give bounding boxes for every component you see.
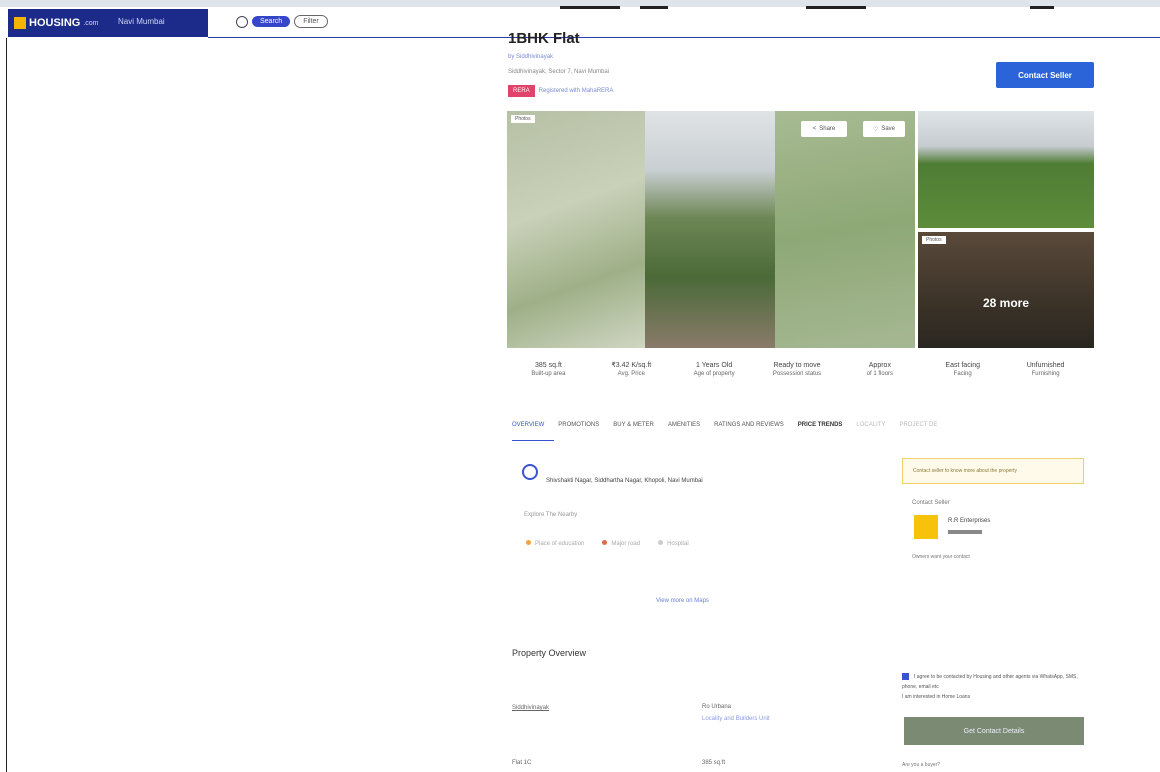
- site-logo[interactable]: HOUSING .com: [14, 15, 99, 31]
- home-loan-option[interactable]: I am interested in Home Loans: [902, 694, 970, 700]
- photo-tag: Photos: [922, 236, 946, 244]
- nearby-item[interactable]: Major road: [602, 540, 640, 547]
- section-tabs: OVERVIEW PROMOTIONS BUY & METER AMENITIE…: [512, 422, 937, 428]
- stat-item: ₹3.42 K/sq.ft Avg. Price: [611, 362, 652, 377]
- share-label: Share: [819, 126, 836, 132]
- photo-tag: Photos: [511, 115, 535, 123]
- stat-item: Ready to move Possession status: [772, 362, 822, 377]
- share-button[interactable]: < Share: [801, 121, 847, 137]
- explore-nearby-label: Explore The Nearby: [524, 512, 578, 518]
- seller-avatar: [914, 515, 938, 539]
- overview-unit: Flat 1C: [512, 760, 532, 766]
- logo-suffix: .com: [83, 19, 99, 27]
- nearby-list: Place of education Major road Hospital: [526, 540, 689, 547]
- get-contact-details-button[interactable]: Get Contact Details: [904, 717, 1084, 745]
- header-search: Search Filter: [236, 15, 328, 28]
- rera-badge: RERA: [508, 85, 535, 97]
- tab-amenities[interactable]: AMENITIES: [668, 422, 700, 428]
- overview-locality: Ro Urbana: [702, 704, 732, 710]
- seller-detail: [948, 530, 982, 534]
- stat-item: Unfurnished Furnishing: [1026, 362, 1065, 377]
- stat-item: 1 Years Old Age of property: [693, 362, 735, 377]
- gallery-photo[interactable]: [645, 111, 775, 348]
- contact-seller-button[interactable]: Contact Seller: [996, 62, 1094, 88]
- more-photos-label: 28 more: [982, 296, 1030, 310]
- share-icon: <: [812, 126, 817, 132]
- buyer-question: Are you a buyer?: [902, 762, 941, 768]
- seller-name: R.R Enterprises: [948, 518, 991, 524]
- gallery-side-photo[interactable]: [918, 111, 1094, 228]
- consent-text: I agree to be contacted by Housing and o…: [902, 674, 1078, 690]
- listing-byline[interactable]: by Siddhivinayak: [508, 54, 553, 60]
- consent-checkbox[interactable]: [902, 673, 909, 681]
- gallery-photo[interactable]: [775, 111, 915, 348]
- listing-title: 1BHK Flat: [508, 30, 580, 47]
- logo-icon: [14, 17, 26, 29]
- overview-area: 385 sq.ft: [702, 760, 726, 766]
- search-icon[interactable]: [236, 15, 248, 28]
- active-tab-indicator: [512, 440, 554, 441]
- save-button[interactable]: ♡ Save: [863, 121, 905, 137]
- rera-row: RERA Registered with MahaRERA: [508, 85, 613, 97]
- tab-overview[interactable]: OVERVIEW: [512, 422, 544, 428]
- city-selector[interactable]: Navi Mumbai: [118, 17, 165, 26]
- logo-text: HOUSING: [29, 17, 81, 29]
- gallery-photo[interactable]: [507, 111, 645, 348]
- consent-block: I agree to be contacted by Housing and o…: [902, 672, 1088, 702]
- property-stats: 385 sq.ft Built-up area ₹3.42 K/sq.ft Avg.…: [507, 362, 1087, 378]
- contact-note-card: Contact seller to know more about the pr…: [902, 458, 1084, 484]
- view-more-maps-link[interactable]: View more on Maps: [656, 598, 709, 604]
- nearby-item[interactable]: Place of education: [526, 540, 584, 547]
- site-header: HOUSING .com Navi Mumbai Search Filter: [8, 9, 1160, 38]
- stat-item: East facing Facing: [945, 362, 981, 377]
- listing-location: Siddhivinayak, Sector 7, Navi Mumbai: [508, 69, 610, 75]
- browser-strip: [0, 0, 1160, 10]
- gallery-more-photos[interactable]: Photos 28 more: [918, 232, 1094, 348]
- filter-chip[interactable]: Filter: [294, 15, 328, 28]
- hospital-icon: [658, 540, 664, 545]
- stat-item: 385 sq.ft Built-up area: [531, 362, 566, 377]
- search-chip[interactable]: Search: [252, 16, 291, 27]
- tab-project[interactable]: PROJECT DE: [899, 422, 937, 428]
- overview-locality-sub[interactable]: Locality and Builders Unit: [702, 716, 770, 722]
- stat-item: Approx of 1 floors: [866, 362, 894, 377]
- tab-price-trends[interactable]: PRICE TRENDS: [798, 422, 843, 428]
- education-icon: [526, 540, 531, 545]
- save-icon: ♡: [872, 126, 879, 133]
- tab-promotions[interactable]: PROMOTIONS: [558, 422, 599, 428]
- overview-project-link[interactable]: Siddhivinayak: [512, 705, 549, 711]
- nearby-item[interactable]: Hospital: [658, 540, 689, 547]
- seller-note: Owners want your contact: [912, 554, 970, 560]
- tab-buy-meter[interactable]: BUY & METER: [613, 422, 654, 428]
- tab-locality[interactable]: LOCALITY: [856, 422, 885, 428]
- tab-ratings[interactable]: RATINGS AND REVIEWS: [714, 422, 784, 428]
- save-label: Save: [881, 126, 896, 132]
- photo-gallery[interactable]: Photos < Share ♡ Save: [507, 111, 915, 348]
- page-divider: [6, 38, 7, 772]
- contact-seller-label: Contact Seller: [912, 500, 950, 506]
- property-address: Shivshakti Nagar, Siddhartha Nagar, Khop…: [546, 478, 703, 484]
- header-search-pane: [208, 9, 1160, 38]
- location-pin-icon: [522, 464, 538, 480]
- rera-text[interactable]: Registered with MahaRERA: [539, 88, 614, 94]
- road-icon: [602, 540, 608, 545]
- property-overview-title: Property Overview: [512, 648, 587, 658]
